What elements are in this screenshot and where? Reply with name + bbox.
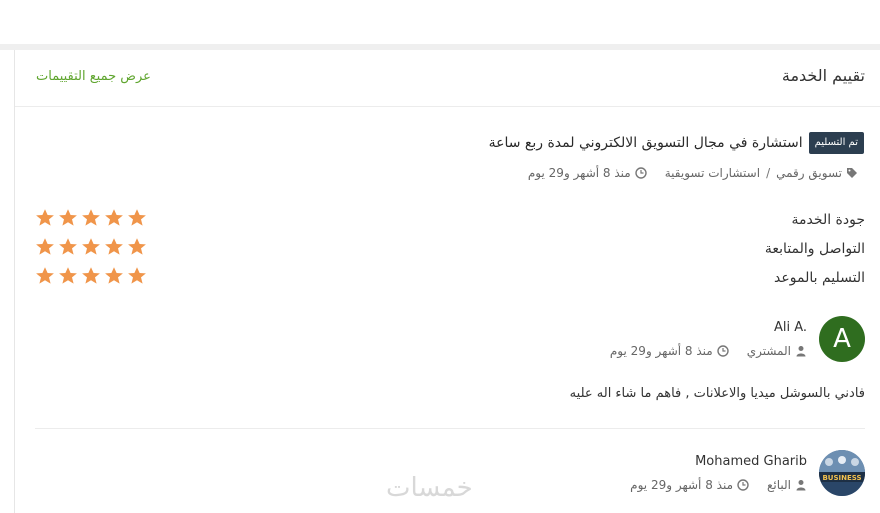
rating-row-communication: التواصل والمتابعة bbox=[15, 237, 880, 265]
star-icon bbox=[128, 238, 146, 255]
rating-label: التسليم بالموعد bbox=[774, 270, 865, 286]
buyer-meta: المشتري منذ 8 أشهر و29 يوم bbox=[610, 344, 807, 358]
seller-role: البائع bbox=[767, 478, 791, 492]
star-rating bbox=[35, 266, 147, 286]
section-title: تقييم الخدمة bbox=[781, 66, 865, 85]
reply-time: منذ 8 أشهر و29 يوم bbox=[630, 478, 733, 492]
rating-label: التواصل والمتابعة bbox=[764, 241, 865, 257]
category-link[interactable]: تسويق رقمي bbox=[776, 166, 842, 180]
star-icon bbox=[36, 238, 54, 255]
business-logo-icon: BUSINESS bbox=[819, 450, 865, 496]
star-icon bbox=[59, 238, 77, 255]
buyer-name[interactable]: Ali A. bbox=[774, 320, 807, 335]
seller-avatar[interactable]: BUSINESS bbox=[819, 450, 865, 496]
service-time: منذ 8 أشهر و29 يوم bbox=[527, 166, 631, 180]
review-divider bbox=[35, 428, 865, 429]
watermark: خمسات bbox=[386, 473, 473, 503]
service-title-link[interactable]: استشارة في مجال التسويق الالكتروني لمدة … bbox=[489, 135, 803, 151]
star-icon bbox=[59, 267, 77, 284]
star-icon bbox=[82, 238, 100, 255]
clock-icon bbox=[737, 479, 749, 491]
user-icon bbox=[796, 346, 806, 357]
clock-icon bbox=[717, 345, 729, 357]
star-icon bbox=[36, 267, 54, 284]
seller-name[interactable]: Mohamed Gharib bbox=[695, 454, 807, 469]
rating-row-delivery: التسليم بالموعد bbox=[15, 266, 880, 294]
star-icon bbox=[82, 267, 100, 284]
top-strip bbox=[0, 0, 880, 44]
review-time: منذ 8 أشهر و29 يوم bbox=[609, 344, 713, 358]
user-icon bbox=[796, 480, 806, 491]
clock-icon bbox=[635, 167, 647, 179]
star-icon bbox=[128, 267, 146, 284]
panel-header: تقييم الخدمة عرض جميع التقييمات bbox=[15, 50, 880, 107]
rating-row-quality: جودة الخدمة bbox=[15, 208, 880, 236]
star-icon bbox=[82, 209, 100, 226]
tag-icon bbox=[847, 168, 857, 178]
review-text: فادني بالسوشل ميديا والاعلانات , فاهم ما… bbox=[569, 386, 865, 401]
business-logo-text: BUSINESS bbox=[822, 474, 861, 482]
star-icon bbox=[105, 209, 123, 226]
rating-label: جودة الخدمة bbox=[791, 212, 865, 228]
star-icon bbox=[36, 209, 54, 226]
subcategory-link[interactable]: استشارات تسويقية bbox=[665, 166, 760, 180]
breadcrumb-separator: / bbox=[766, 166, 771, 180]
view-all-reviews-link[interactable]: عرض جميع التقييمات bbox=[36, 69, 151, 84]
service-title-line: تم التسليم استشارة في مجال التسويق الالك… bbox=[489, 132, 864, 154]
service-reviews-panel: تقييم الخدمة عرض جميع التقييمات تم التسل… bbox=[14, 50, 880, 513]
service-meta: تسويق رقمي / استشارات تسويقية منذ 8 أشهر… bbox=[528, 166, 858, 180]
seller-meta: البائع منذ 8 أشهر و29 يوم bbox=[630, 478, 807, 492]
star-icon bbox=[105, 238, 123, 255]
star-icon bbox=[59, 209, 77, 226]
star-rating bbox=[35, 237, 147, 257]
star-icon bbox=[128, 209, 146, 226]
buyer-role: المشتري bbox=[746, 344, 791, 358]
delivered-badge: تم التسليم bbox=[808, 132, 864, 154]
buyer-avatar[interactable]: A bbox=[819, 316, 865, 362]
star-icon bbox=[105, 267, 123, 284]
star-rating bbox=[35, 208, 147, 228]
